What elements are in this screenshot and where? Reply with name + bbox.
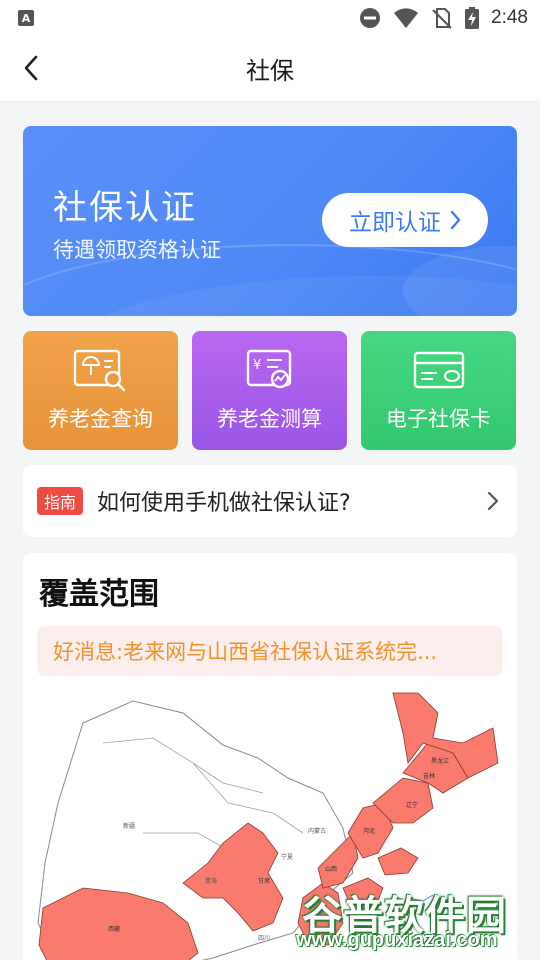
map-label: 西藏 [108,925,120,933]
chevron-right-icon [450,210,461,230]
map-label: 山西 [325,865,337,873]
back-button[interactable] [14,51,48,85]
quick-actions: 养老金查询 ¥ 养老金测算 电子社保卡 [23,331,517,450]
nav-bar: 社保 [0,36,540,102]
tile-label: 养老金查询 [48,407,153,431]
map-label: 新疆 [123,822,135,830]
guide-text: 如何使用手机做社保认证? [97,491,351,516]
no-sim-icon [432,8,452,29]
map-label: 四川 [258,935,270,942]
tile-label: 电子社保卡 [386,407,491,431]
map-region-shandong [377,847,419,876]
status-bar: A 2:48 [0,0,540,36]
banner-title: 社保认证 [53,188,197,228]
page-title: 社保 [246,57,294,85]
map-label: 青海 [205,877,217,885]
chevron-left-icon [24,55,38,81]
guide-badge: 指南 [37,487,84,515]
notice-text: 好消息:老来网与山西省社保认证系统完... [53,640,438,664]
battery-charging-icon [465,7,480,29]
pension-calc-icon: ¥ [246,349,291,389]
tile-pension-query[interactable]: 养老金查询 [23,331,178,450]
map-label: 吉林 [423,772,435,780]
map-label: 河北 [363,827,375,835]
dnd-icon [360,8,381,28]
tile-label: 养老金测算 [217,407,322,431]
watermark: 谷普软件园 www.gupuxiazai.com [296,883,540,960]
coverage-title: 覆盖范围 [39,577,159,612]
notification-app-icon: A [18,10,34,26]
status-time: 2:48 [491,7,528,28]
certify-now-label: 立即认证 [349,210,441,236]
svg-text:¥: ¥ [253,358,261,373]
social-card-icon [413,351,464,389]
map-label: 辽宁 [406,801,418,809]
certify-now-button[interactable]: 立即认证 [322,193,488,247]
guide-row[interactable]: 指南 如何使用手机做社保认证? [23,465,517,537]
banner-subtitle: 待遇领取资格认证 [53,238,221,262]
chevron-right-icon [487,491,499,511]
map-label: 内蒙古 [308,827,326,835]
notice-banner[interactable]: 好消息:老来网与山西省社保认证系统完... [37,626,503,676]
wifi-icon [394,8,419,28]
pension-search-icon [73,349,125,392]
tile-pension-calc[interactable]: ¥ 养老金测算 [192,331,347,450]
watermark-url: www.gupuxiazai.com [296,929,498,951]
map-label: 甘肃 [258,877,270,885]
certification-banner[interactable]: 社保认证 待遇领取资格认证 立即认证 [23,126,517,316]
tile-social-card[interactable]: 电子社保卡 [361,331,516,450]
map-label: 黑龙江 [431,757,449,765]
map-label: 宁夏 [281,853,293,861]
